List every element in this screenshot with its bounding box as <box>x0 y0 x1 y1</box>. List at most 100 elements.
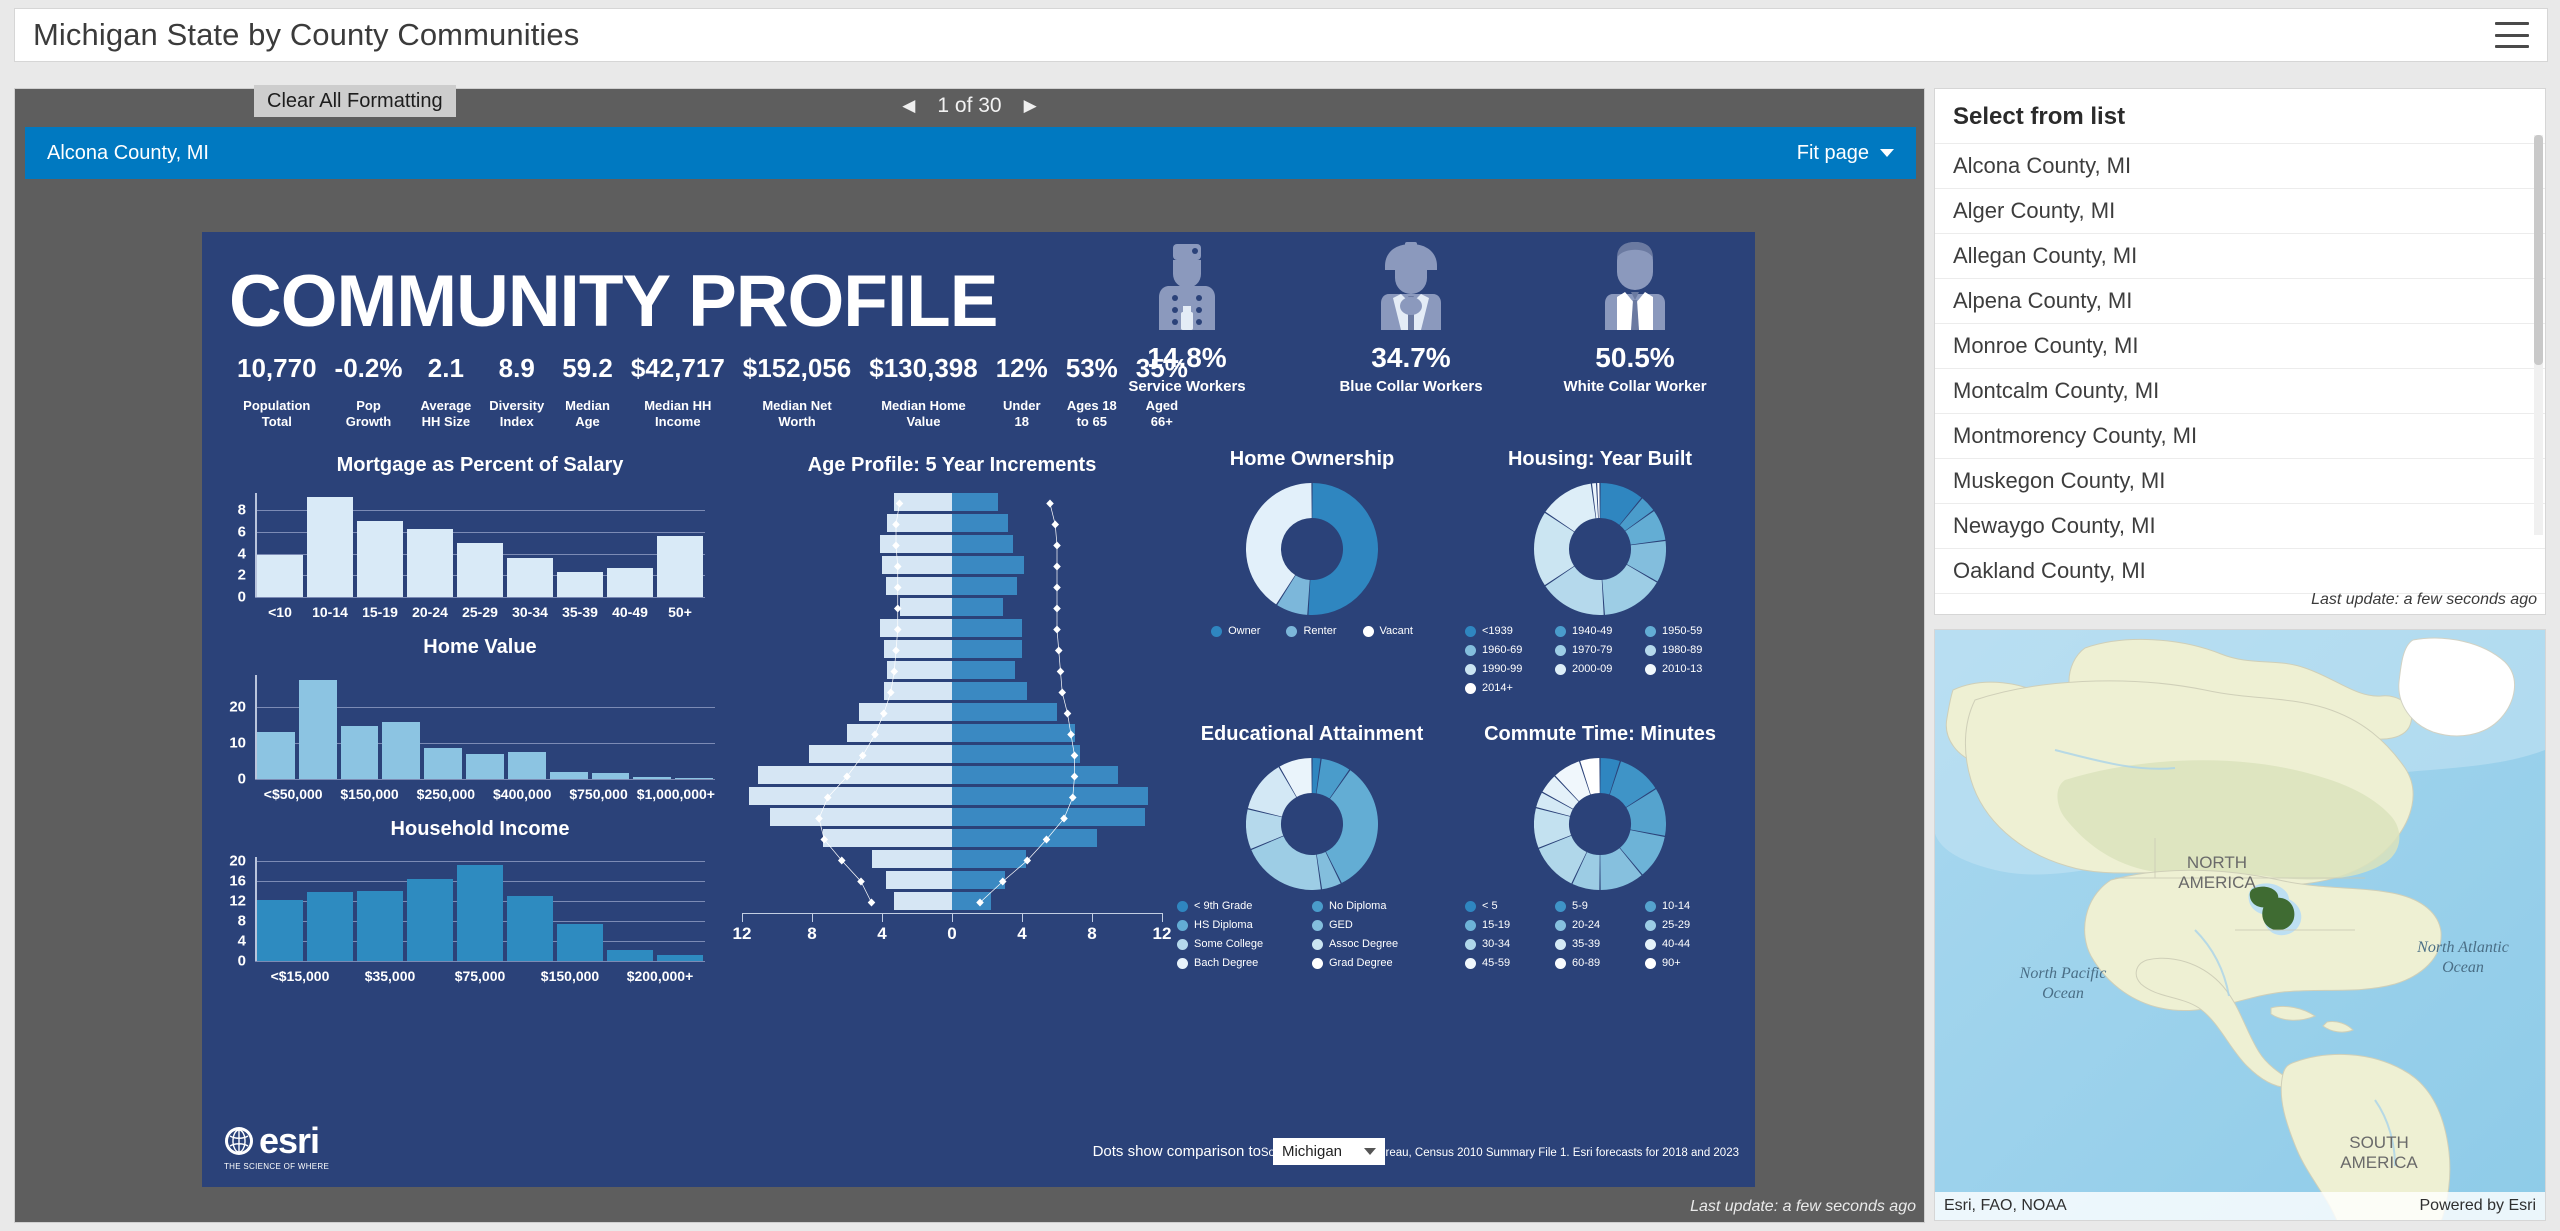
worker-service: 14.8% Service Workers <box>1101 240 1273 395</box>
legend-label: No Diploma <box>1329 900 1387 912</box>
scrollbar-thumb[interactable] <box>2534 135 2543 365</box>
age-pyramid-row <box>742 682 1162 701</box>
legend-swatch <box>1465 625 1476 637</box>
bar <box>507 752 546 779</box>
pyramid-bar-left <box>885 577 952 595</box>
map-canvas[interactable]: NORTH AMERICA North Pacific Ocean North … <box>1935 630 2545 1220</box>
legend-item: Vacant <box>1362 625 1413 637</box>
county-list-item[interactable]: Montcalm County, MI <box>1935 368 2545 413</box>
age-pyramid-plot <box>742 493 1162 913</box>
chart-title: Age Profile: 5 Year Increments <box>807 454 1097 476</box>
zoom-level-dropdown[interactable]: Fit page <box>1797 142 1894 165</box>
legend-item: Grad Degree <box>1312 957 1447 969</box>
county-list-item[interactable]: Alpena County, MI <box>1935 278 2545 323</box>
county-list-scrollbar[interactable] <box>2534 135 2543 535</box>
legend-item: GED <box>1312 919 1447 931</box>
map-attribution-left: Esri, FAO, NOAA <box>1944 1197 2067 1214</box>
chart-educational-attainment: Educational Attainment < 9th Grade No Dip… <box>1177 723 1447 976</box>
x-axis-tick: $35,000 <box>364 968 416 984</box>
legend-swatch <box>1286 625 1298 637</box>
legend-item: Assoc Degree <box>1312 938 1447 950</box>
county-list[interactable]: Alcona County, MI Alger County, MI Allegan… <box>1935 143 2545 595</box>
legend-item: 60-89 <box>1554 957 1645 969</box>
bar <box>257 732 295 779</box>
svg-text:NORTH: NORTH <box>2187 853 2247 872</box>
key-statistics-row: 10,770 Population Total -0.2% Pop Growth 2.1… <box>228 352 1197 430</box>
x-axis-tick: 12 <box>732 924 752 943</box>
hamburger-menu-icon[interactable] <box>2495 22 2529 48</box>
x-axis-tick: $150,000 <box>540 968 600 984</box>
stat-1: -0.2% Pop Growth <box>326 352 412 430</box>
pyramid-bar-left <box>894 892 952 910</box>
legend-swatch <box>1465 957 1476 969</box>
blue-collar-worker-icon <box>1381 242 1441 330</box>
next-page-icon[interactable]: ▶ <box>1024 96 1037 116</box>
prev-page-icon[interactable]: ◀ <box>902 96 915 116</box>
clear-all-formatting-button[interactable]: Clear All Formatting <box>254 85 456 117</box>
x-axis-tick: 12 <box>1152 924 1172 943</box>
chart-home-value: Home Value 0 10 20 <$50,000 $150,000 $250,00… <box>220 636 740 802</box>
chart-title: Commute Time: Minutes <box>1484 723 1716 745</box>
legend-swatch <box>1465 919 1476 931</box>
county-list-item[interactable]: Newaygo County, MI <box>1935 503 2545 548</box>
legend-label: 1970-79 <box>1571 644 1613 656</box>
stat-7: $130,398 Median Home Value <box>860 352 986 430</box>
legend-label: 1990-99 <box>1482 663 1523 675</box>
legend-item: Renter <box>1286 625 1337 637</box>
x-axis-tick: $200,000+ <box>626 968 694 984</box>
stat-value: 8.9 <box>498 353 535 383</box>
bar <box>607 568 653 597</box>
legend-swatch <box>1644 625 1656 637</box>
legend-label: 15-19 <box>1482 919 1511 931</box>
legend-swatch <box>1362 625 1374 637</box>
legend-label: Assoc Degree <box>1329 938 1399 950</box>
legend-label: 2000-09 <box>1571 663 1613 675</box>
age-pyramid-row <box>742 661 1162 680</box>
title-bar: Michigan State by County Communities <box>14 8 2548 62</box>
county-list-item[interactable]: Montmorency County, MI <box>1935 413 2545 458</box>
legend-label: Grad Degree <box>1329 957 1393 969</box>
x-axis-tick: 10-14 <box>312 604 348 620</box>
pyramid-bar-right <box>952 703 1057 721</box>
legend-label: HS Diploma <box>1194 919 1253 931</box>
county-list-item[interactable]: Monroe County, MI <box>1935 323 2545 368</box>
pyramid-bar-right <box>952 493 998 511</box>
comparison-geography-dropdown[interactable]: Michigan <box>1272 1138 1385 1165</box>
legend-swatch <box>1177 957 1188 969</box>
age-pyramid-row <box>742 640 1162 659</box>
county-list-item[interactable]: Alcona County, MI <box>1935 143 2545 188</box>
donut-svg <box>1534 483 1666 615</box>
stat-2: 2.1 Average HH Size <box>411 352 480 430</box>
page-title: Michigan State by County Communities <box>33 17 580 52</box>
pyramid-bar-left <box>757 766 952 784</box>
legend-swatch <box>1644 938 1656 950</box>
stat-value: 10,770 <box>237 353 317 383</box>
page-indicator: 1 of 30 <box>937 94 1002 117</box>
pyramid-bar-left <box>899 598 952 616</box>
legend-item: 1940-49 <box>1554 625 1645 637</box>
community-profile-infographic: COMMUNITY PROFILE 10,770 Population Total… <box>202 232 1755 1187</box>
overview-map[interactable]: NORTH AMERICA North Pacific Ocean North … <box>1934 629 2546 1221</box>
legend-swatch <box>1312 900 1323 912</box>
gridline <box>255 961 705 962</box>
x-axis-tick: <$15,000 <box>270 968 330 984</box>
age-pyramid-row <box>742 787 1162 806</box>
county-list-item[interactable]: Allegan County, MI <box>1935 233 2545 278</box>
legend-swatch <box>1177 938 1188 950</box>
county-list-item[interactable]: Alger County, MI <box>1935 188 2545 233</box>
esri-logo: esri THE SCIENCE OF WHERE <box>224 1122 329 1171</box>
legend-swatch <box>1312 919 1323 931</box>
gridline <box>255 597 705 598</box>
age-pyramid-axis-ticks <box>742 913 1163 922</box>
chart-title: Home Value <box>423 636 537 658</box>
x-axis-tick: 4 <box>1017 924 1027 943</box>
bar <box>607 949 653 961</box>
age-pyramid-row <box>742 766 1162 785</box>
x-axis-tick: 50+ <box>668 604 692 620</box>
age-pyramid-row <box>742 703 1162 722</box>
application-root: Michigan State by County Communities Cle… <box>0 0 2560 1231</box>
svg-text:Ocean: Ocean <box>2442 959 2484 976</box>
county-list-item[interactable]: Oakland County, MI <box>1935 548 2545 593</box>
county-list-item[interactable]: Muskegon County, MI <box>1935 458 2545 503</box>
legend-label: Vacant <box>1379 625 1413 637</box>
